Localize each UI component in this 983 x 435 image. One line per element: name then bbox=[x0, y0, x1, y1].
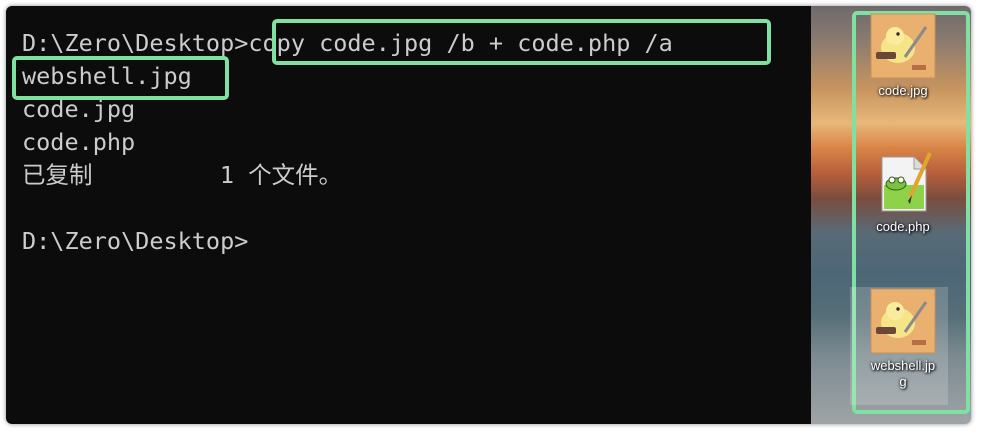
icon-label-line-1: webshell.jp bbox=[870, 358, 936, 373]
desktop-icon-code-php[interactable]: code.php bbox=[858, 149, 948, 235]
notepad-plus-plus-file-icon bbox=[870, 149, 936, 215]
desktop-icon-webshell-jpg[interactable]: webshell.jp g bbox=[858, 288, 948, 390]
image-file-icon bbox=[870, 288, 936, 354]
prompt-text: D:\Zero\Desktop> bbox=[22, 29, 249, 57]
output-highlight-box bbox=[12, 56, 229, 100]
output-file-line: code.php bbox=[22, 128, 136, 156]
desktop-icon-code-jpg[interactable]: code.jpg bbox=[858, 13, 948, 99]
icon-label-line-2: g bbox=[899, 374, 907, 389]
command-highlight-box bbox=[272, 19, 771, 65]
image-file-icon bbox=[870, 13, 936, 79]
icon-label: code.php bbox=[876, 219, 930, 234]
copy-status-line: 已复制 1 个文件。 bbox=[22, 161, 343, 189]
icon-label: code.jpg bbox=[878, 83, 928, 98]
final-prompt-line: D:\Zero\Desktop> bbox=[22, 227, 249, 255]
